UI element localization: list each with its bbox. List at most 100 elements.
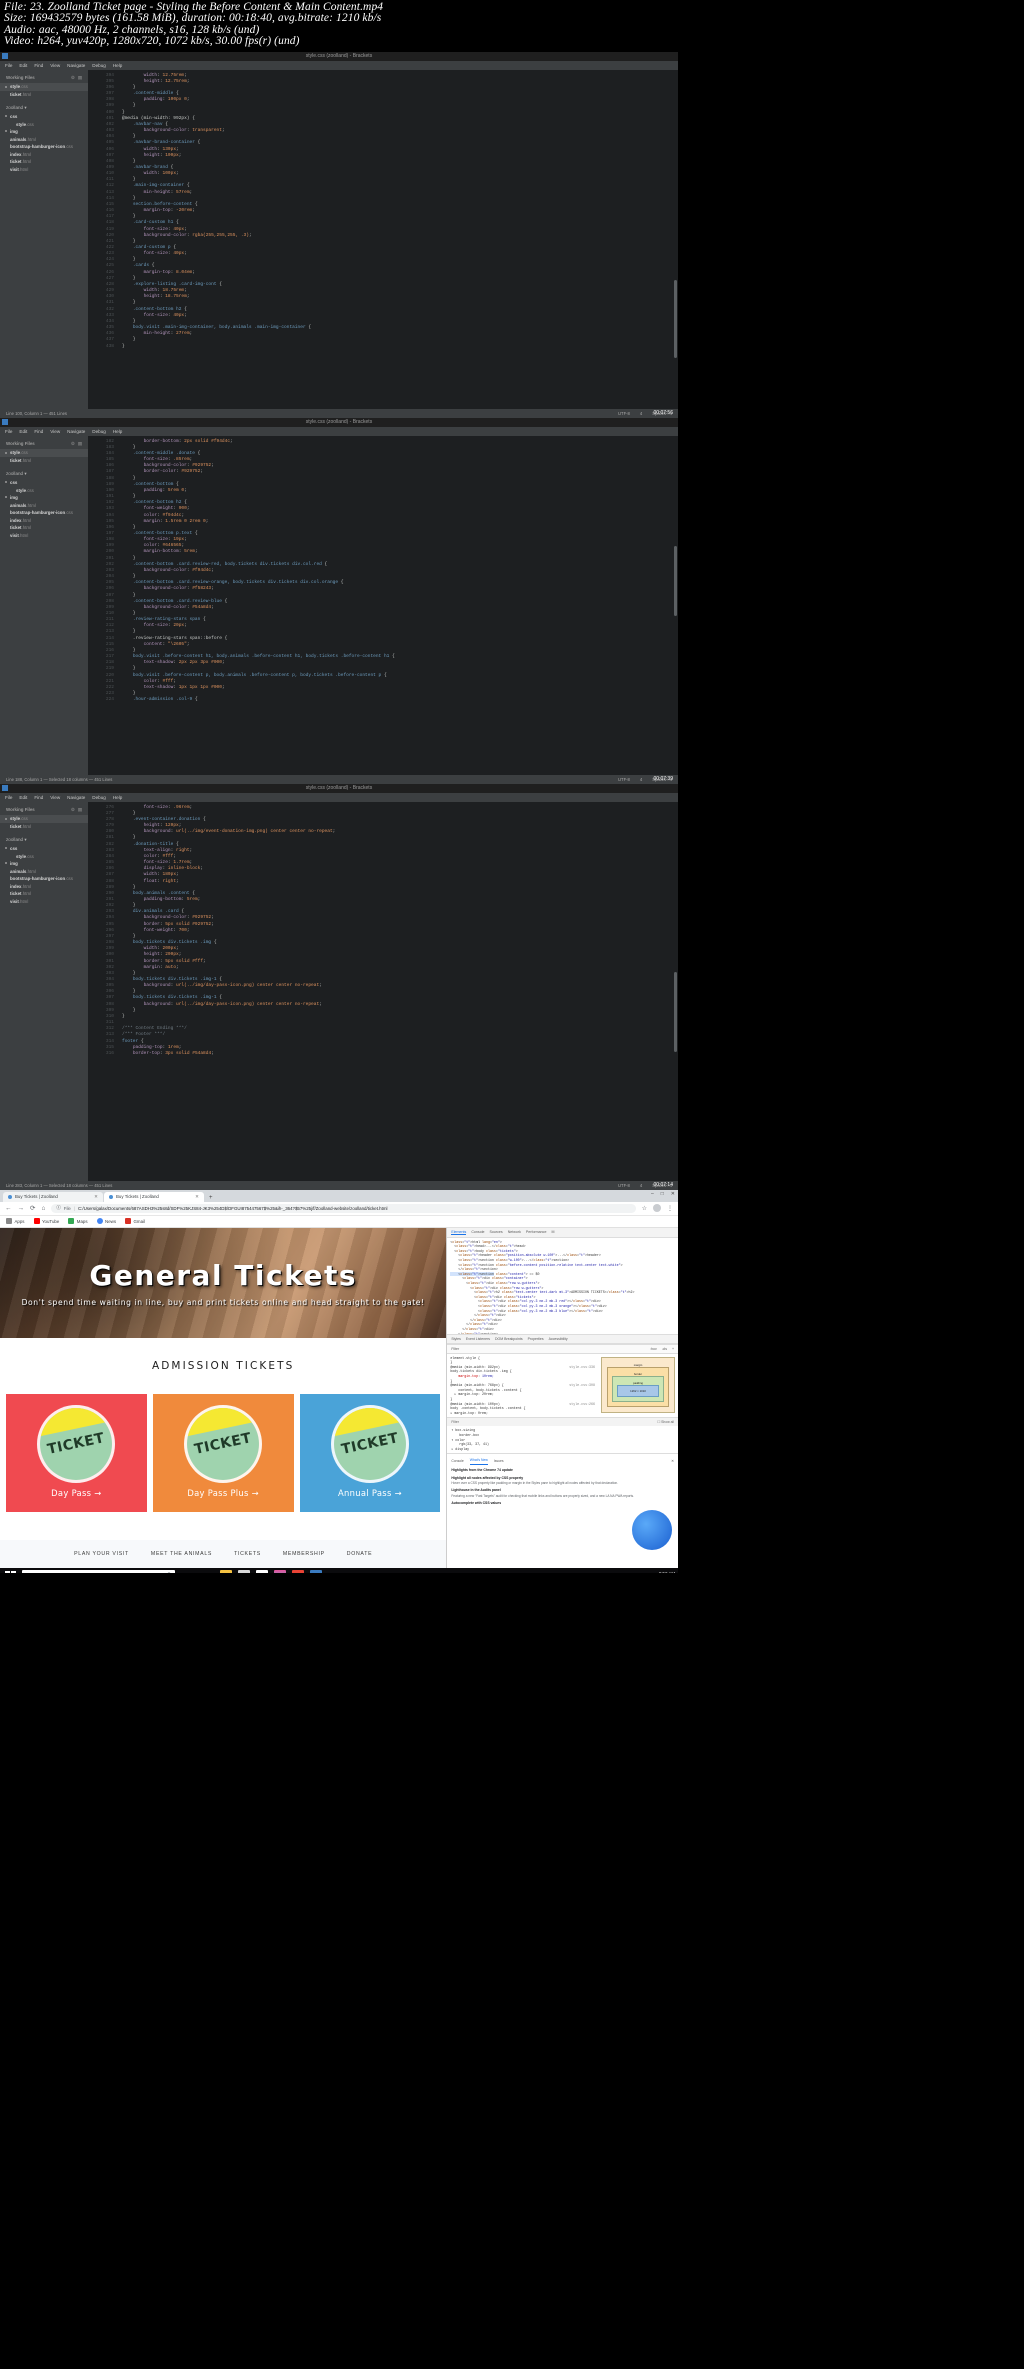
tab-more-icon[interactable]: M: [551, 1230, 554, 1234]
back-icon[interactable]: ←: [5, 1205, 12, 1212]
tab-network[interactable]: Network: [508, 1230, 521, 1234]
inherited-styles[interactable]: ▾ box-sizing border-box ▾ color rgb(33, …: [447, 1426, 678, 1453]
indent-size[interactable]: 4: [640, 777, 642, 782]
drawer-tab-whats-new[interactable]: What's New: [469, 1457, 488, 1465]
code-lines-2[interactable]: 182 border-bottom: 2px solid #f94d4c; 18…: [88, 436, 678, 704]
bookmark-gmail[interactable]: Gmail: [125, 1218, 145, 1225]
tab-elements[interactable]: Elements: [451, 1230, 467, 1235]
add-rule-button[interactable]: +: [672, 1347, 674, 1351]
working-file-ticket-html[interactable]: ticket.html: [0, 91, 88, 99]
close-window-icon[interactable]: ✕: [671, 1191, 675, 1197]
forward-icon[interactable]: →: [18, 1205, 25, 1212]
menu-view[interactable]: View: [50, 63, 60, 68]
tree-item-index-html[interactable]: index.html: [0, 517, 88, 525]
ticket-card-day-pass-plus[interactable]: TICKET Day Pass Plus →: [152, 1393, 294, 1512]
subtab-dom-breakpoints[interactable]: DOM Breakpoints: [495, 1337, 523, 1341]
taskbar-search-input[interactable]: ◯ Type here to search 🎤: [22, 1570, 175, 1573]
menu-find[interactable]: Find: [34, 795, 43, 800]
menu-debug[interactable]: Debug: [92, 795, 106, 800]
box-model-margin[interactable]: margin border padding 1262 × 1010: [601, 1356, 675, 1413]
menu-file[interactable]: File: [5, 429, 12, 434]
task-view-icon[interactable]: ▤: [184, 1570, 196, 1573]
tab-sources[interactable]: Sources: [490, 1230, 503, 1234]
drawer-tab-console[interactable]: Console: [451, 1458, 463, 1464]
profile-avatar[interactable]: [653, 1204, 661, 1213]
footer-link-membership[interactable]: MEMBERSHIP: [283, 1551, 325, 1557]
close-icon[interactable]: ✕: [94, 1194, 98, 1200]
chrome-tab-2[interactable]: Buy Tickets | Zoolland ✕: [104, 1191, 204, 1202]
footer-link-meet-the-animals[interactable]: MEET THE ANIMALS: [151, 1551, 212, 1557]
styles-filter-input[interactable]: Filter: [451, 1347, 459, 1351]
maximize-icon[interactable]: □: [661, 1191, 664, 1197]
tab-performance[interactable]: Performance: [526, 1230, 547, 1234]
subtab-event-listeners[interactable]: Event Listeners: [466, 1337, 490, 1341]
footer-link-tickets[interactable]: TICKETS: [234, 1551, 261, 1557]
tree-item-bootstrap-hamburger-icon-css[interactable]: bootstrap-hamburger-icon.css: [0, 875, 88, 883]
minimize-icon[interactable]: –: [651, 1191, 654, 1197]
menu-view[interactable]: View: [50, 795, 60, 800]
menu-file[interactable]: File: [5, 63, 12, 68]
tree-item-css[interactable]: css: [0, 113, 88, 121]
chrome-tab-1[interactable]: Buy Tickets | Zoolland ✕: [3, 1191, 103, 1202]
tree-item-index-html[interactable]: index.html: [0, 151, 88, 159]
editor-scrollbar-1[interactable]: [674, 279, 677, 358]
taskbar-clock-4[interactable]: 9:52 AM 5/9/2020: [658, 1571, 675, 1573]
editor-scrollbar-2[interactable]: [674, 545, 677, 616]
menu-debug[interactable]: Debug: [92, 429, 106, 434]
file-explorer-icon[interactable]: [220, 1570, 232, 1573]
edge-icon[interactable]: e: [202, 1570, 214, 1573]
tree-item-animals-html[interactable]: animals.html: [0, 501, 88, 509]
gear-icon[interactable]: ⚙: [71, 441, 75, 447]
tree-item-css[interactable]: css: [0, 845, 88, 853]
chrome-icon[interactable]: [292, 1570, 304, 1573]
sidebar-tool-icons[interactable]: ⚙ ▤: [71, 75, 82, 81]
hov-button[interactable]: :hov: [650, 1347, 657, 1351]
tree-item-img[interactable]: img: [0, 128, 88, 136]
code-lines-1[interactable]: 394 width: 12.75rem; 395 height: 12.75re…: [88, 70, 678, 350]
menu-find[interactable]: Find: [34, 63, 43, 68]
indent-size[interactable]: 4: [640, 1183, 642, 1188]
footer-link-plan-your-visit[interactable]: PLAN YOUR VISIT: [74, 1551, 129, 1557]
info-icon[interactable]: ⓘ: [56, 1205, 60, 1211]
tree-item-bootstrap-hamburger-icon-css[interactable]: bootstrap-hamburger-icon.css: [0, 509, 88, 517]
tree-item-img[interactable]: img: [0, 860, 88, 868]
indent-size[interactable]: 4: [640, 411, 642, 416]
box-model-border[interactable]: border padding 1262 × 1010: [607, 1366, 669, 1407]
gear-icon[interactable]: ⚙: [71, 807, 75, 813]
code-editor-2[interactable]: 182 border-bottom: 2px solid #f94d4c; 18…: [88, 435, 678, 775]
photos-icon[interactable]: [274, 1570, 286, 1573]
dom-tree[interactable]: <class="t">html lang="en"> <class="t">he…: [447, 1238, 678, 1334]
subtab-styles[interactable]: Styles: [451, 1337, 461, 1341]
menu-edit[interactable]: Edit: [19, 429, 27, 434]
new-tab-button[interactable]: +: [205, 1195, 217, 1202]
project-name[interactable]: zoolland ▾: [0, 831, 88, 845]
sidebar-tool-icons[interactable]: ⚙ ▤: [71, 441, 82, 447]
drawer-close-icon[interactable]: ✕: [671, 1458, 674, 1464]
show-all-checkbox[interactable]: ☐ Show all: [657, 1420, 674, 1424]
menu-navigate[interactable]: Navigate: [67, 795, 85, 800]
subtab-properties[interactable]: Properties: [528, 1337, 544, 1341]
start-button-icon[interactable]: [4, 1570, 17, 1573]
bookmark-news[interactable]: News: [96, 1218, 116, 1225]
project-name[interactable]: zoolland ▾: [0, 465, 88, 479]
subtab-accessibility[interactable]: Accessibility: [549, 1337, 568, 1341]
filter-label[interactable]: Filter: [451, 1420, 459, 1424]
gear-icon[interactable]: ⚙: [71, 75, 75, 81]
tree-item-style-css[interactable]: style.css: [0, 852, 88, 860]
brackets-taskbar-icon[interactable]: [310, 1570, 322, 1573]
bookmark-apps[interactable]: Apps: [6, 1218, 25, 1225]
cls-button[interactable]: .cls: [662, 1347, 667, 1351]
address-bar[interactable]: ⓘ File | C:/Users/galax/Documents/687ASD…: [51, 1203, 636, 1213]
menu-navigate[interactable]: Navigate: [67, 63, 85, 68]
tree-item-ticket-html[interactable]: ticket.html: [0, 524, 88, 532]
tree-item-bootstrap-hamburger-icon-css[interactable]: bootstrap-hamburger-icon.css: [0, 143, 88, 151]
box-model-content[interactable]: 1262 × 1010: [617, 1384, 659, 1397]
home-icon[interactable]: ⌂: [41, 1205, 45, 1212]
mail-icon[interactable]: ✉: [256, 1570, 268, 1573]
tree-item-ticket-html[interactable]: ticket.html: [0, 890, 88, 898]
menu-view[interactable]: View: [50, 429, 60, 434]
working-file-style-css[interactable]: style.css: [0, 82, 88, 91]
code-editor-1[interactable]: 394 width: 12.75rem; 395 height: 12.75re…: [88, 69, 678, 409]
tree-item-css[interactable]: css: [0, 479, 88, 487]
working-file-style-css[interactable]: style.css: [0, 814, 88, 823]
